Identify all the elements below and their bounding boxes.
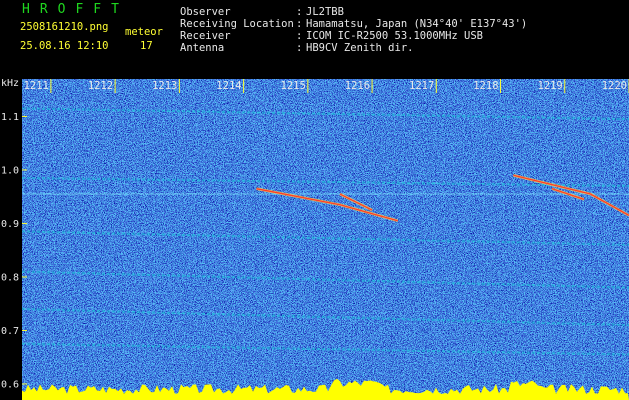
x-tick-label: 1216 [345, 80, 370, 92]
y-tick-label: 0.6 [1, 379, 19, 390]
info-value-receiver: ICOM IC-R2500 53.1000MHz USB [306, 30, 484, 42]
info-colon: : [296, 6, 303, 18]
y-tick-label: 0.9 [1, 219, 19, 230]
y-tick-label: 0.8 [1, 272, 19, 283]
meteor-count: 17 [140, 40, 153, 52]
info-label-location: Receiving Location [180, 18, 294, 30]
x-tick-label: 1211 [24, 80, 49, 92]
y-tick-label: 0.7 [1, 326, 19, 337]
filename: 2508161210.png [20, 21, 109, 33]
x-tick-label: 1217 [409, 80, 434, 92]
app-title: HROFFT [22, 2, 129, 17]
info-label-receiver: Receiver [180, 30, 231, 42]
x-tick-label: 1220 [602, 80, 627, 92]
info-label-observer: Observer [180, 6, 231, 18]
y-axis-unit: kHz [1, 79, 19, 89]
info-colon: : [296, 30, 303, 42]
info-value-antenna: HB9CV Zenith dir. [306, 42, 414, 54]
meteor-label: meteor [125, 26, 163, 38]
date-time: 25.08.16 12:10 [20, 40, 109, 52]
info-colon: : [296, 18, 303, 30]
x-tick-label: 1215 [281, 80, 306, 92]
y-tick-label: 1.1 [1, 112, 19, 123]
x-tick-label: 1219 [537, 80, 562, 92]
x-tick-label: 1218 [473, 80, 498, 92]
spectrogram-chart: 1211 1212 1213 1214 1215 1216 1217 1218 1219 1220… [1, 79, 629, 400]
info-colon: : [296, 42, 303, 54]
info-value-location: Hamamatsu, Japan (N34°40' E137°43') [306, 18, 528, 30]
x-tick-label: 1214 [216, 80, 241, 92]
x-tick-label: 1213 [152, 80, 177, 92]
info-value-observer: JL2TBB [306, 6, 344, 18]
x-tick-label: 1212 [88, 80, 113, 92]
y-tick-label: 1.0 [1, 165, 19, 176]
info-label-antenna: Antenna [180, 42, 225, 54]
